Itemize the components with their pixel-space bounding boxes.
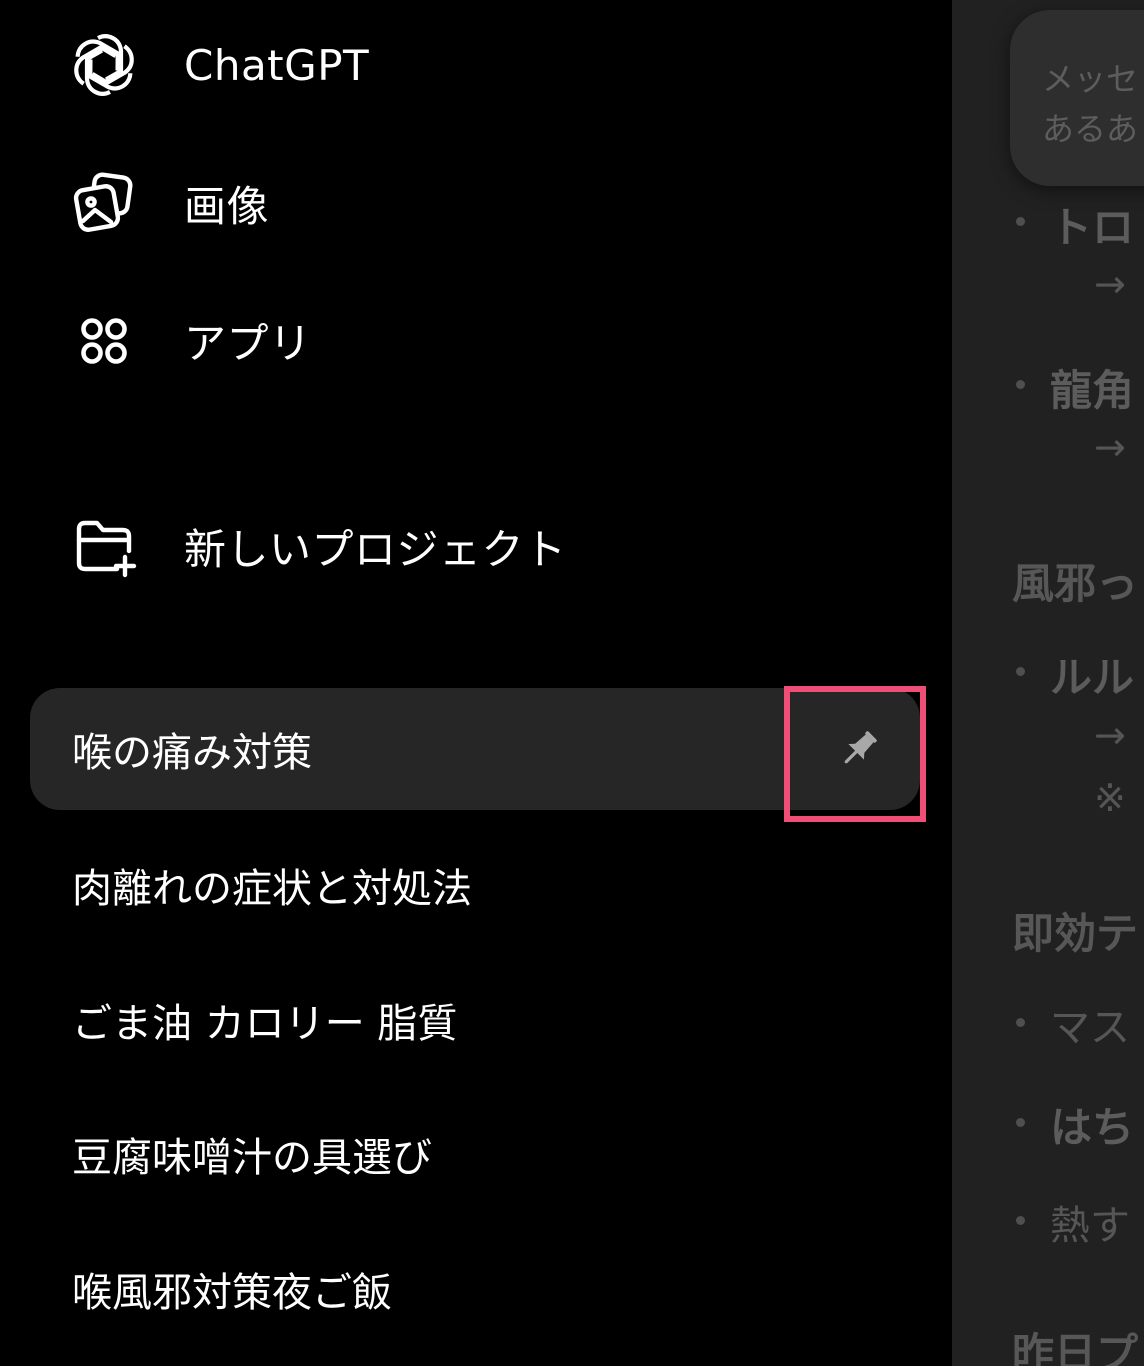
apps-grid-icon xyxy=(70,306,138,374)
sidebar: ChatGPT 画像 アプリ 新しいプロジェクト 喉の痛み対策 肉離れの症状と対… xyxy=(0,0,952,1366)
content-text: ※ xyxy=(1094,776,1126,820)
content-text: → xyxy=(1094,713,1126,757)
openai-logo-icon xyxy=(70,31,138,99)
bubble-text: メッセ xyxy=(1042,60,1139,98)
app-root: ChatGPT 画像 アプリ 新しいプロジェクト 喉の痛み対策 肉離れの症状と対… xyxy=(0,0,1144,1366)
chat-item[interactable]: ごま油 カロリー 脂質 xyxy=(30,959,920,1081)
bubble-text: あるあ xyxy=(1042,110,1139,148)
chat-item[interactable]: 肉離れの症状と対処法 xyxy=(30,824,920,946)
content-text: はち xyxy=(1050,1103,1135,1152)
nav-label: 新しいプロジェクト xyxy=(184,524,567,574)
chat-item[interactable]: 豆腐味噌汁の具選び xyxy=(30,1093,920,1215)
nav-label: 画像 xyxy=(184,181,270,231)
nav-label: アプリ xyxy=(184,318,312,368)
nav-apps[interactable]: アプリ xyxy=(70,305,312,375)
nav-new-project[interactable]: 新しいプロジェクト xyxy=(70,511,567,581)
content-text: トロ xyxy=(1050,203,1135,252)
content-text: ルル xyxy=(1050,653,1135,702)
chat-title: 喉風邪対策夜ご飯 xyxy=(72,1270,392,1316)
message-bubble: メッセ あるあ xyxy=(1010,10,1144,186)
nav-images[interactable]: 画像 xyxy=(70,168,269,238)
pin-icon xyxy=(844,731,877,764)
chat-item[interactable]: 喉風邪対策夜ご飯 xyxy=(30,1228,920,1350)
content-text: 龍角 xyxy=(1050,366,1135,415)
chat-title: 肉離れの症状と対処法 xyxy=(72,866,472,912)
nav-label: ChatGPT xyxy=(184,40,370,90)
bullet xyxy=(1016,380,1025,389)
bullet xyxy=(1016,1216,1025,1225)
chat-content-dimmed: メッセ あるあ トロ → 龍角 → 風邪っ ルル → ※ 即効テ マス はち 熱… xyxy=(952,0,1144,1366)
bullet xyxy=(1016,667,1025,676)
images-icon xyxy=(70,169,138,237)
content-text: 熱す xyxy=(1050,1203,1130,1249)
pin-button[interactable] xyxy=(824,714,894,784)
chat-title: ごま油 カロリー 脂質 xyxy=(72,1001,458,1047)
chat-title: 豆腐味噌汁の具選び xyxy=(72,1135,432,1181)
chat-item-active[interactable]: 喉の痛み対策 xyxy=(30,688,920,810)
content-text: → xyxy=(1094,425,1126,469)
content-heading: 風邪っ xyxy=(1012,559,1139,608)
bullet xyxy=(1016,1118,1025,1127)
bullet xyxy=(1016,217,1025,226)
chat-title: 喉の痛み対策 xyxy=(72,730,312,776)
bullet xyxy=(1016,1018,1025,1027)
content-text: → xyxy=(1094,262,1126,306)
content-heading: 昨日プ xyxy=(1012,1329,1139,1366)
content-text: マス xyxy=(1050,1005,1130,1051)
nav-chatgpt[interactable]: ChatGPT xyxy=(70,30,369,100)
content-heading: 即効テ xyxy=(1012,909,1139,958)
new-folder-icon xyxy=(70,512,138,580)
